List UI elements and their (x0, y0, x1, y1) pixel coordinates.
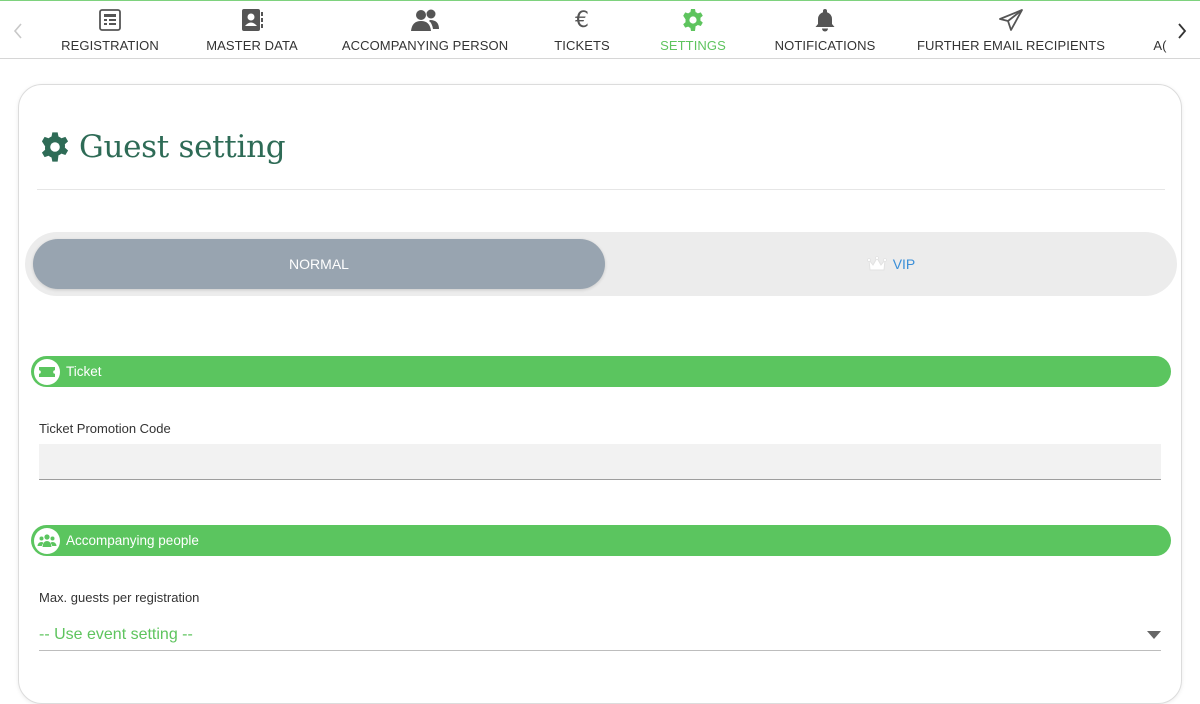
tab-tickets[interactable]: € TICKETS (554, 3, 610, 58)
tab-master-data[interactable]: MASTER DATA (206, 3, 298, 58)
gear-icon (39, 131, 71, 163)
tab-accompanying-person[interactable]: ACCOMPANYING PERSON (342, 3, 508, 58)
guest-type-toggle: NORMAL VIP (25, 232, 1177, 296)
max-guests-select[interactable]: -- Use event setting -- (39, 619, 1161, 651)
scroll-right-arrow[interactable] (1172, 17, 1192, 45)
registration-form-icon (98, 5, 122, 35)
ticket-promotion-code-input[interactable] (39, 444, 1161, 480)
tab-label: A( (1153, 38, 1167, 53)
guest-type-normal-label: NORMAL (289, 256, 349, 272)
page-title: Guest setting (39, 129, 286, 165)
paper-plane-icon (998, 5, 1024, 35)
tab-label: REGISTRATION (61, 38, 159, 53)
dropdown-caret-icon (1147, 626, 1161, 644)
guest-type-normal-option[interactable]: NORMAL (33, 239, 605, 289)
ticket-promotion-code-label: Ticket Promotion Code (39, 421, 171, 436)
users-icon (410, 5, 440, 35)
contact-book-icon (240, 5, 264, 35)
tab-further-email-recipients[interactable]: FURTHER EMAIL RECIPIENTS (917, 3, 1105, 58)
max-guests-selected-value: -- Use event setting -- (39, 625, 193, 643)
accompanying-people-section-header: Accompanying people (31, 525, 1171, 556)
accompanying-people-section-title: Accompanying people (66, 533, 199, 548)
tab-label: MASTER DATA (206, 38, 298, 53)
crown-icon (866, 256, 887, 272)
scroll-left-arrow[interactable] (8, 17, 28, 45)
gear-icon (681, 5, 705, 35)
tab-notifications[interactable]: NOTIFICATIONS (775, 3, 875, 58)
settings-tab-bar: REGISTRATION MASTER DATA ACCOMPANYING PE… (0, 0, 1200, 59)
title-divider (37, 189, 1165, 190)
max-guests-label: Max. guests per registration (39, 590, 200, 605)
tab-truncated[interactable]: A( (1150, 3, 1170, 58)
tab-settings[interactable]: SETTINGS (660, 3, 726, 58)
ticket-section-header: Ticket (31, 356, 1171, 387)
tab-label: SETTINGS (660, 38, 726, 53)
tab-registration[interactable]: REGISTRATION (61, 3, 159, 58)
guest-type-vip-label: VIP (892, 256, 916, 272)
tab-label: NOTIFICATIONS (774, 38, 876, 53)
tab-label: FURTHER EMAIL RECIPIENTS (916, 38, 1106, 53)
bell-icon (814, 5, 836, 35)
page-title-text: Guest setting (79, 129, 286, 165)
ticket-icon (34, 358, 60, 385)
euro-icon: € (575, 7, 589, 33)
guest-setting-card: Guest setting NORMAL VIP Ticket Ticket P… (18, 84, 1182, 704)
guest-type-vip-option[interactable]: VIP (605, 239, 1177, 289)
tab-label: ACCOMPANYING PERSON (341, 38, 509, 53)
tab-label: TICKETS (554, 38, 610, 53)
group-icon (34, 527, 60, 554)
ticket-section-title: Ticket (66, 364, 102, 379)
